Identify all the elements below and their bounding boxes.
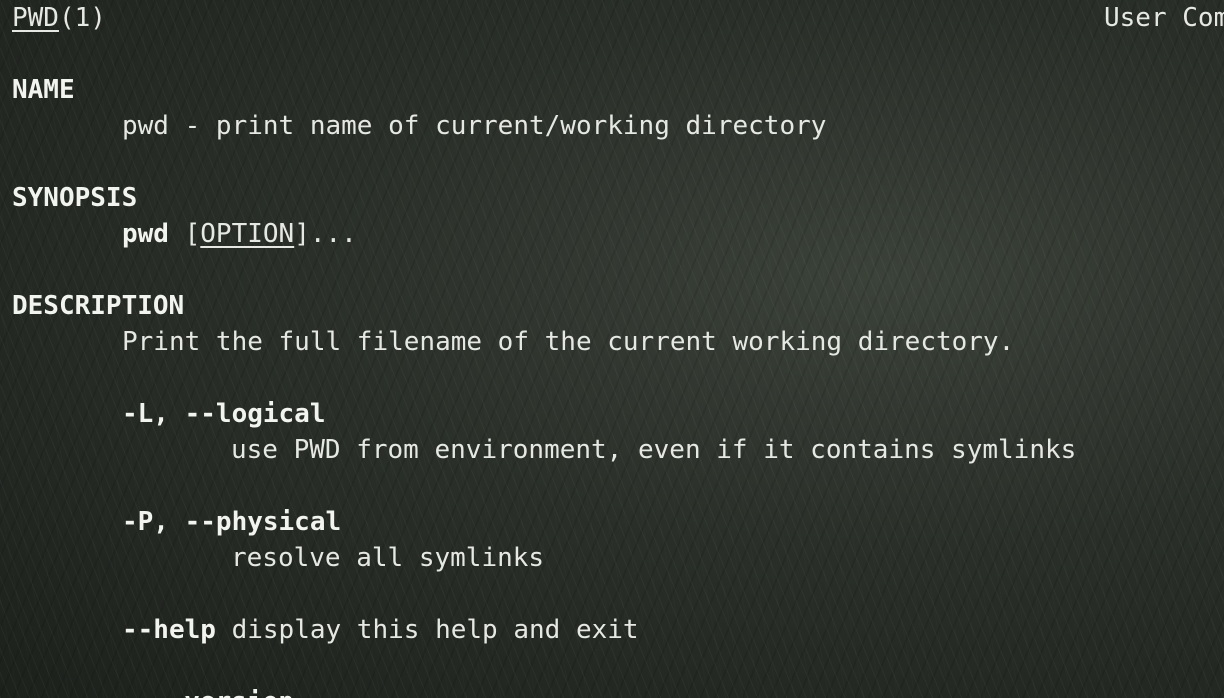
section-heading-name: NAME <box>12 75 75 105</box>
section-heading-synopsis: SYNOPSIS <box>12 183 138 213</box>
option-flag-logical: -L, --logical <box>122 399 326 429</box>
option-desc-physical: resolve all symlinks <box>231 543 545 573</box>
synopsis-line: pwd [OPTION]... <box>122 216 357 252</box>
option-flag-version: --version <box>153 684 294 698</box>
option-flag-physical: -P, --physical <box>122 507 342 537</box>
man-page-terminal: PWD(1) User Com NAME pwd - print name of… <box>0 0 1224 698</box>
man-header-right: User Com <box>1104 3 1224 33</box>
option-desc-help: display this help and exit <box>215 615 639 645</box>
synopsis-option: OPTION <box>200 219 295 249</box>
description-text: Print the full filename of the current w… <box>122 327 1015 357</box>
option-desc-logical: use PWD from environment, even if it con… <box>231 435 1077 465</box>
name-description: pwd - print name of current/working dire… <box>122 111 827 141</box>
option-flag-help: --help <box>122 615 216 645</box>
synopsis-open-bracket: [ <box>168 219 201 249</box>
section-heading-description: DESCRIPTION <box>12 291 185 321</box>
command-title: PWD <box>12 3 59 33</box>
man-header-left: PWD(1) <box>12 0 106 36</box>
synopsis-close: ]... <box>294 219 357 249</box>
option-help-line: --help display this help and exit <box>122 612 639 648</box>
synopsis-command: pwd <box>122 219 169 249</box>
section-number: (1) <box>58 3 106 33</box>
